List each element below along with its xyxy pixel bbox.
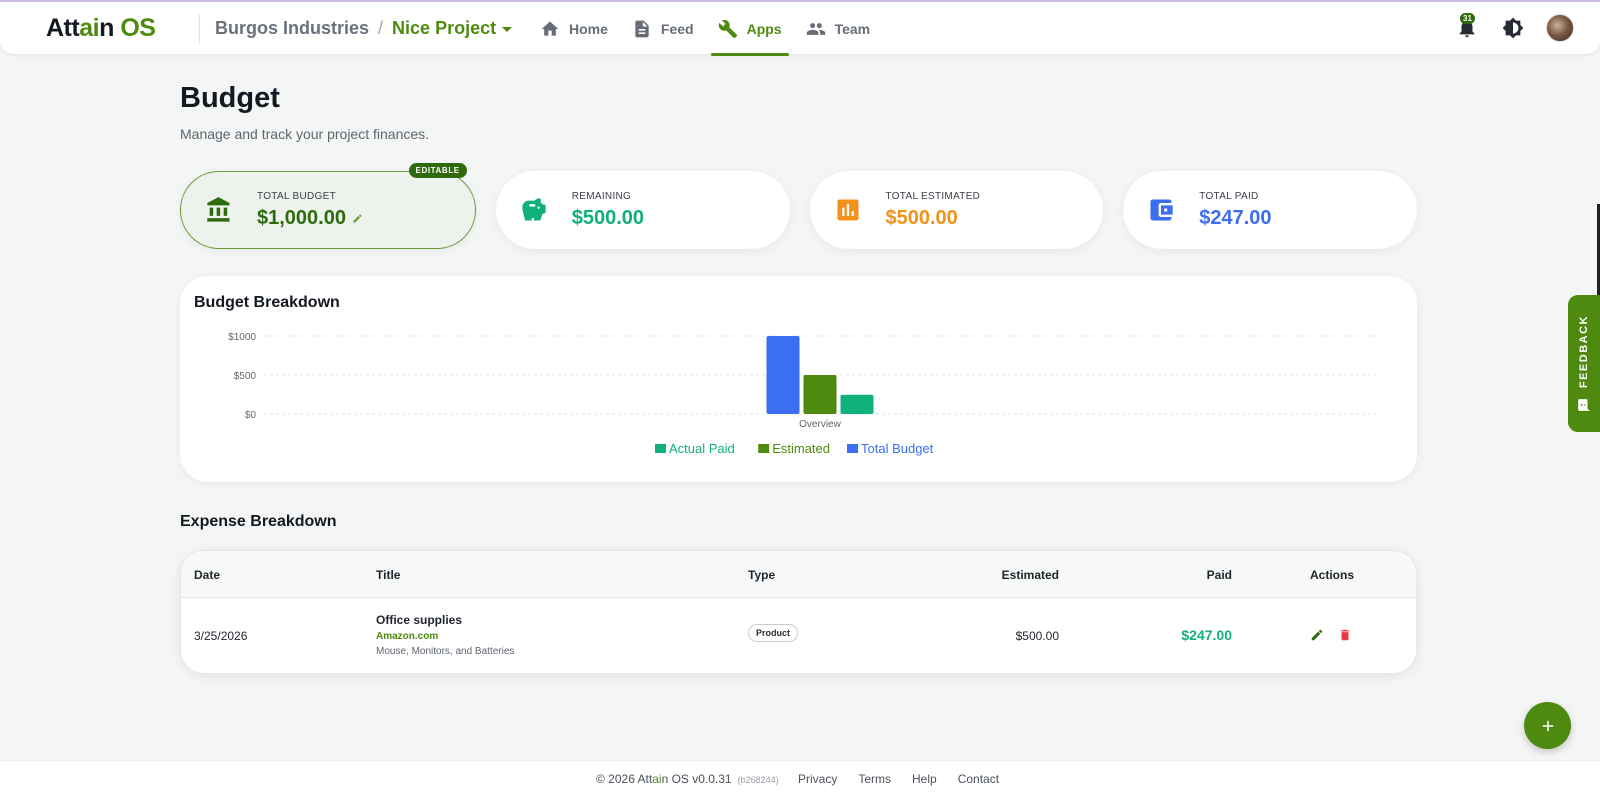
legend-swatch [847,444,858,453]
feedback-tab[interactable]: FEEDBACK [1568,295,1600,432]
nav-home-label: Home [569,20,608,37]
nav-apps-label: Apps [746,20,782,37]
wrench-icon [718,19,737,38]
brightness-icon [1502,17,1524,39]
table-row[interactable]: 3/25/2026 Office supplies Amazon.com Mou… [181,598,1416,673]
y-tick-label: $1000 [228,332,256,343]
row-title: Office supplies [376,613,463,627]
remaining-card: REMAINING $500.00 [495,171,790,249]
total-paid-label: TOTAL PAID [1199,190,1259,202]
pencil-icon[interactable] [352,207,363,230]
people-icon [806,22,825,35]
nav-home[interactable]: Home [528,2,620,55]
bar-chart-icon [834,196,862,224]
total-estimated-card: TOTAL ESTIMATED $500.00 [809,171,1104,249]
y-tick-label: $0 [245,410,257,421]
plus-icon [1542,720,1553,731]
budget-breakdown-card: Budget Breakdown $1000 $500 $0 Overview Actu… [180,276,1417,482]
type-badge: Product [748,624,799,642]
budget-chart: $1000 $500 $0 Overview Actual Paid Estimated T… [228,332,1380,456]
row-description: Mouse, Monitors, and Batteries [376,646,515,657]
total-paid-value: $247.00 [1199,206,1272,229]
nav-team-label: Team [834,20,871,37]
footer-links: Privacy Terms Help Contact [798,772,999,786]
page-subtitle: Manage and track your project finances. [180,126,430,142]
top-navigation-bar: Attain OS Burgos Industries / Nice Proje… [0,0,1600,56]
expense-breakdown-title: Expense Breakdown [180,513,337,530]
page-title: Budget [180,82,280,114]
bar-estimated [803,375,837,414]
notifications-button[interactable]: 31 [1454,13,1480,41]
row-estimated: $500.00 [1015,629,1059,643]
main-nav: Home Feed Apps Team [528,2,883,56]
header-actions: 31 [1454,13,1574,42]
breadcrumb-separator: / [378,18,384,38]
breadcrumb-org[interactable]: Burgos Industries [215,18,369,39]
project-name: Nice Project [392,18,497,38]
nav-feed-label: Feed [660,20,694,37]
user-avatar[interactable] [1546,14,1574,42]
wallet-icon [1147,196,1175,224]
feedback-label: FEEDBACK [1578,314,1590,389]
bank-icon [205,196,233,224]
bar-total-budget [766,336,800,414]
trash-icon [1340,629,1350,641]
total-budget-card[interactable]: EDITABLE TOTAL BUDGET $1,000.00 [180,163,476,249]
footer: © 2026 Attain OS v0.0.31 (b268244) Priva… [0,760,1600,808]
col-estimated[interactable]: Estimated [1002,568,1059,582]
x-category-label: Overview [799,419,841,430]
divider [199,14,200,44]
table-header: Date Title Type Estimated Paid Actions [181,551,1416,598]
y-tick-label: $500 [234,371,257,382]
nav-apps[interactable]: Apps [706,2,794,56]
app-logo[interactable]: Attain OS [46,14,156,43]
pencil-icon [1311,629,1323,641]
delete-row-button[interactable] [1338,628,1352,645]
add-expense-button[interactable] [1524,702,1571,749]
summary-cards: EDITABLE TOTAL BUDGET $1,000.00 REMAININ… [180,163,1417,249]
feedback-icon [1578,399,1590,411]
copyright: © 2026 Attain OS v0.0.31 (b268244) [596,772,779,786]
theme-toggle-button[interactable] [1500,15,1526,41]
footer-link-help[interactable]: Help [912,772,937,786]
total-estimated-label: TOTAL ESTIMATED [885,190,981,202]
row-date: 3/25/2026 [194,629,248,643]
total-estimated-value: $500.00 [885,206,958,229]
footer-link-contact[interactable]: Contact [958,772,999,786]
document-icon [635,20,649,37]
legend-label: Total Budget [861,441,934,456]
col-actions: Actions [1310,568,1355,582]
legend-swatch [758,444,770,453]
nav-team[interactable]: Team [794,2,883,55]
edit-row-button[interactable] [1310,628,1324,645]
row-paid: $247.00 [1181,627,1232,643]
legend-label: Actual Paid [669,441,735,456]
col-date[interactable]: Date [194,568,220,582]
remaining-label: REMAINING [571,190,632,202]
notification-count-badge: 31 [1460,13,1475,24]
home-icon [541,21,559,36]
total-paid-card: TOTAL PAID $247.00 [1123,171,1417,249]
legend-label: Estimated [772,441,830,456]
footer-link-privacy[interactable]: Privacy [798,772,837,786]
footer-link-terms[interactable]: Terms [858,772,891,786]
legend-swatch [655,444,666,453]
total-budget-label: TOTAL BUDGET [257,190,336,202]
piggy-bank-icon [520,196,548,224]
col-paid[interactable]: Paid [1207,568,1232,582]
row-vendor-link[interactable]: Amazon.com [376,631,514,642]
project-selector[interactable]: Nice Project [392,18,513,39]
remaining-value: $500.00 [571,206,645,229]
nav-feed[interactable]: Feed [620,2,706,55]
total-budget-value: $1,000.00 [257,206,346,229]
editable-badge: EDITABLE [408,163,467,178]
breadcrumb: Burgos Industries / Nice Project [215,18,513,39]
build-id: (b268244) [737,775,779,785]
expense-table: Date Title Type Estimated Paid Actions 3… [180,550,1417,674]
caret-down-icon [502,27,513,32]
bar-actual-paid [840,394,874,414]
col-type[interactable]: Type [748,568,775,582]
col-title[interactable]: Title [376,568,400,582]
